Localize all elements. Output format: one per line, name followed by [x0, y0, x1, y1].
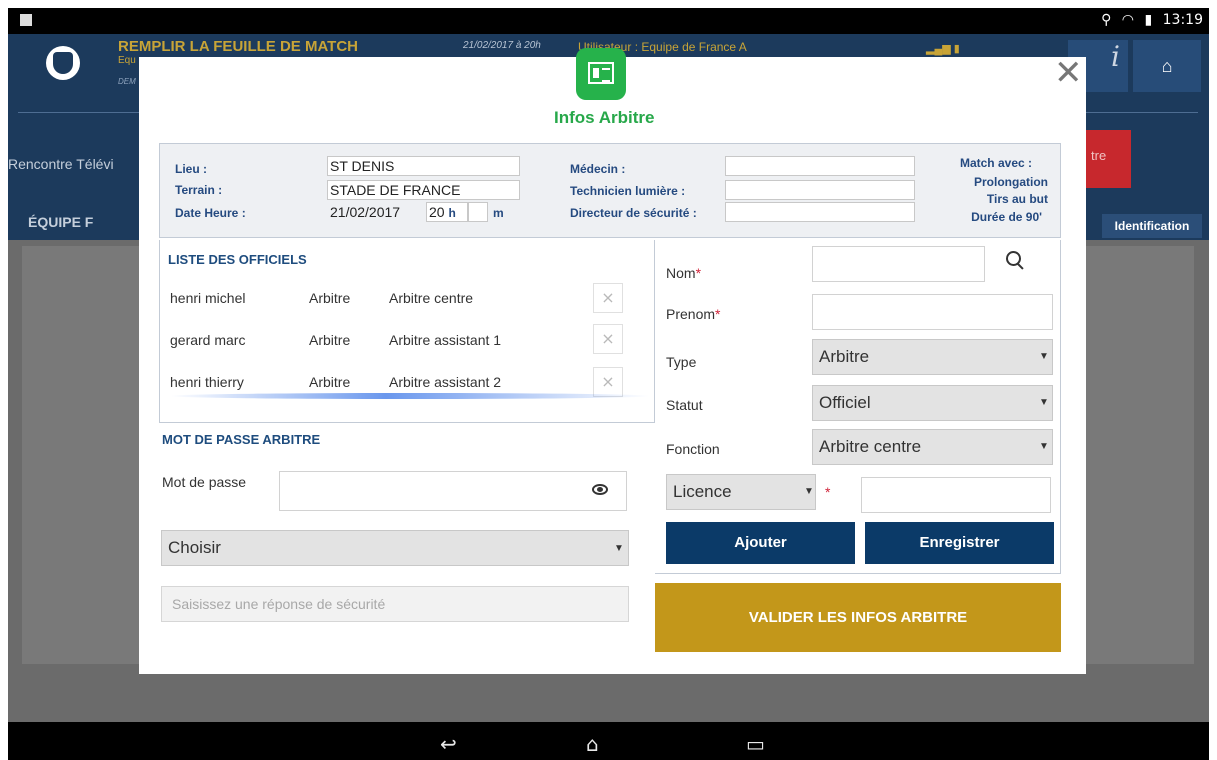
android-status-bar: ⚲ ◠ ▮ 13:19 — [8, 8, 1209, 34]
notification-icon — [20, 14, 32, 26]
nom-label: Nom* — [666, 265, 701, 281]
status-indicators: ⚲ ◠ ▮ 13:19 — [1095, 12, 1203, 28]
terrain-field[interactable]: STADE DE FRANCE — [327, 180, 520, 200]
prenom-label-text: Prenom — [666, 306, 716, 322]
technicien-field[interactable] — [725, 180, 915, 200]
required-mark: * — [825, 484, 831, 500]
option-duree-90[interactable]: Durée de 90' — [930, 210, 1042, 224]
security-question-select[interactable]: Choisir — [161, 530, 629, 566]
licence-select[interactable]: Licence — [666, 474, 816, 510]
recents-icon[interactable]: ▭ — [746, 732, 765, 756]
chevron-down-icon: ▼ — [804, 486, 814, 497]
minute-unit: m — [493, 206, 504, 220]
official-fonction: Arbitre assistant 2 — [389, 374, 502, 390]
chevron-down-icon: ▼ — [1039, 441, 1049, 452]
identification-button[interactable]: Identification — [1102, 214, 1202, 238]
prenom-label: Prenom* — [666, 306, 720, 322]
home-nav-icon[interactable]: ⌂ — [586, 732, 599, 756]
lieu-label: Lieu : — [175, 162, 207, 176]
scroll-indicator — [170, 393, 650, 399]
type-label: Type — [666, 354, 697, 370]
valider-button[interactable]: VALIDER LES INFOS ARBITRE — [655, 583, 1061, 652]
required-mark: * — [715, 306, 721, 322]
officials-heading: LISTE DES OFFICIELS — [168, 252, 307, 267]
hour-value: 20 — [429, 204, 445, 220]
official-name: henri michel — [170, 290, 246, 306]
equipe-label: ÉQUIPE F — [28, 214, 94, 230]
remove-official-button[interactable]: × — [593, 324, 623, 354]
chevron-down-icon: ▼ — [614, 543, 624, 554]
statut-label: Statut — [666, 397, 703, 413]
official-fonction: Arbitre centre — [389, 290, 474, 306]
red-action-button[interactable]: tre — [1083, 130, 1131, 188]
id-card-icon — [576, 48, 626, 100]
password-heading: MOT DE PASSE ARBITRE — [162, 432, 321, 447]
rencontre-label: Rencontre Télévi — [8, 156, 114, 172]
licence-input[interactable] — [861, 477, 1051, 513]
user-value: Equipe de France A — [641, 40, 747, 54]
card-glyph — [588, 62, 614, 84]
match-avec-label: Match avec : — [959, 156, 1032, 170]
header-title: REMPLIR LA FEUILLE DE MATCH — [118, 38, 358, 55]
chevron-down-icon: ▼ — [1039, 351, 1049, 362]
home-button[interactable]: ⌂ — [1133, 40, 1201, 92]
fonction-label: Fonction — [666, 441, 720, 457]
medecin-label: Médecin : — [570, 162, 626, 176]
official-type: Arbitre — [309, 332, 351, 348]
option-prolongation[interactable]: Prolongation — [930, 175, 1048, 189]
official-name: gerard marc — [170, 332, 246, 348]
battery-icon: ▮ — [1144, 12, 1153, 28]
federation-logo — [46, 46, 80, 80]
android-nav-bar: ↩ ⌂ ▭ — [8, 722, 1209, 760]
modal-title: Infos Arbitre — [554, 108, 655, 127]
header-subtitle-small: DEM — [118, 77, 136, 86]
required-mark: * — [695, 265, 702, 281]
hour-unit: h — [448, 206, 456, 220]
wifi-icon: ◠ — [1121, 12, 1135, 28]
chevron-down-icon: ▼ — [1039, 397, 1049, 408]
signal-icon: ▂▄▆ ▮ — [926, 43, 960, 55]
security-answer-input[interactable]: Saisissez une réponse de sécurité — [161, 586, 629, 622]
directeur-label: Directeur de sécurité : — [570, 206, 697, 220]
location-icon: ⚲ — [1101, 12, 1112, 28]
search-icon[interactable] — [1006, 251, 1024, 269]
status-time: 13:19 — [1162, 12, 1203, 28]
back-icon[interactable]: ↩ — [440, 732, 457, 756]
nom-label-text: Nom — [666, 265, 696, 281]
technicien-label: Technicien lumière : — [570, 184, 686, 198]
remove-official-button[interactable]: × — [593, 367, 623, 397]
remove-official-button[interactable]: × — [593, 283, 623, 313]
close-icon[interactable]: ✕ — [1054, 56, 1083, 90]
password-input[interactable] — [279, 471, 627, 511]
official-type: Arbitre — [309, 374, 351, 390]
option-tirs-au-but[interactable]: Tirs au but — [930, 192, 1048, 206]
official-name: henri thierry — [170, 374, 244, 390]
type-select[interactable]: Arbitre — [812, 339, 1053, 375]
header-subtitle: Equ — [118, 55, 136, 66]
header-date: 21/02/2017 à 20h — [463, 40, 541, 51]
statut-select[interactable]: Officiel — [812, 385, 1053, 421]
minute-field[interactable] — [468, 202, 488, 222]
medecin-field[interactable] — [725, 156, 915, 176]
nom-input[interactable] — [812, 246, 985, 282]
licence-required-mark: * — [825, 484, 830, 500]
prenom-input[interactable] — [812, 294, 1053, 330]
show-password-icon[interactable] — [592, 484, 608, 495]
date-field[interactable]: 21/02/2017 — [330, 203, 400, 221]
ajouter-button[interactable]: Ajouter — [666, 522, 855, 564]
terrain-label: Terrain : — [175, 183, 223, 197]
enregistrer-button[interactable]: Enregistrer — [865, 522, 1054, 564]
directeur-field[interactable] — [725, 202, 915, 222]
date-heure-label: Date Heure : — [175, 206, 246, 220]
lieu-field[interactable]: ST DENIS — [327, 156, 520, 176]
home-icon: ⌂ — [1161, 56, 1173, 76]
hour-field[interactable]: 20 h — [426, 202, 468, 222]
fonction-select[interactable]: Arbitre centre — [812, 429, 1053, 465]
official-fonction: Arbitre assistant 1 — [389, 332, 502, 348]
official-type: Arbitre — [309, 290, 351, 306]
password-label: Mot de passe — [162, 474, 247, 490]
